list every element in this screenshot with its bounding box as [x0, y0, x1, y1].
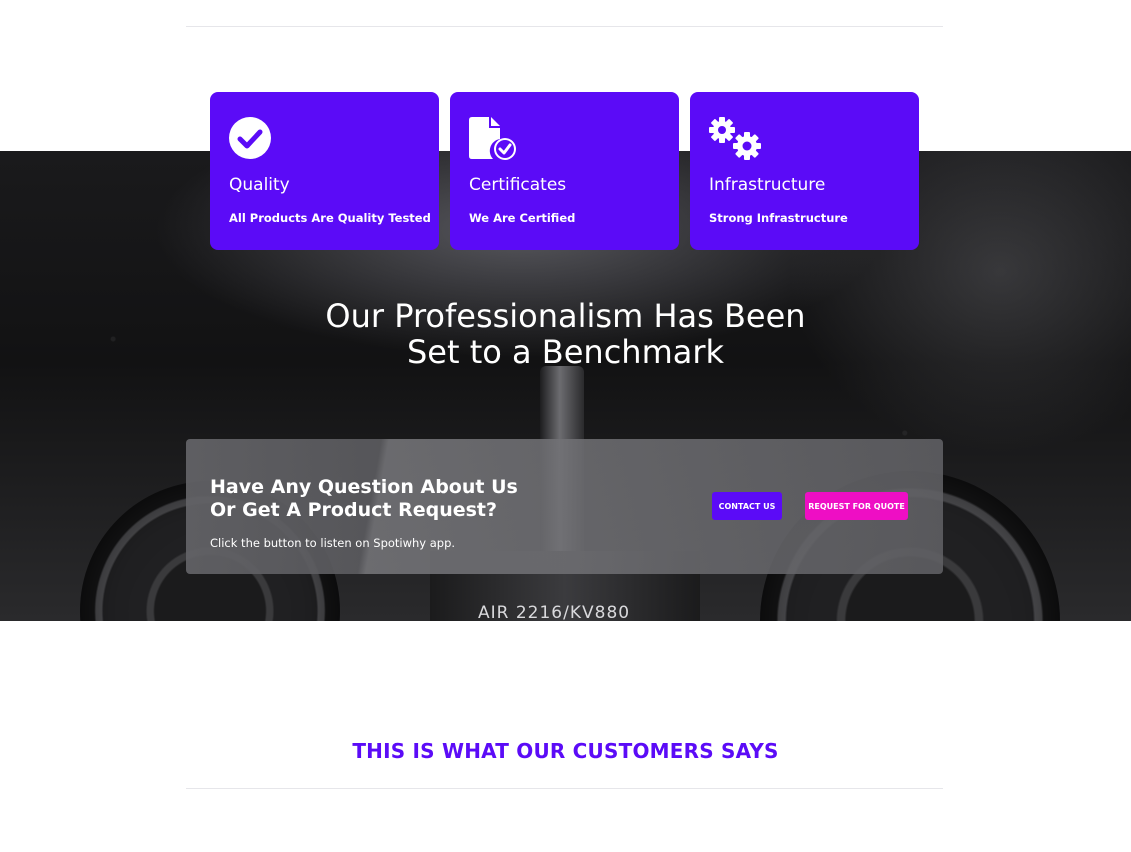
- feature-subtitle: All Products Are Quality Tested: [229, 211, 431, 225]
- certificate-document-icon: [469, 117, 516, 160]
- hero-headline-line1: Our Professionalism Has Been: [325, 297, 806, 335]
- feature-title: Infrastructure: [709, 175, 826, 195]
- gears-icon: [709, 117, 761, 160]
- testimonials-heading: THIS IS WHAT OUR CUSTOMERS SAYS: [352, 739, 779, 763]
- feature-subtitle: Strong Infrastructure: [709, 211, 848, 225]
- cta-question-line1: Have Any Question About Us: [210, 476, 518, 498]
- cta-question: Have Any Question About Us Or Get A Prod…: [210, 476, 518, 522]
- hero-headline: Our Professionalism Has Been Set to a Be…: [0, 298, 1131, 370]
- feature-card-infrastructure: Infrastructure Strong Infrastructure: [690, 92, 919, 250]
- motor-label: AIR 2216/KV880: [478, 603, 631, 621]
- feature-card-quality: Quality All Products Are Quality Tested: [210, 92, 439, 250]
- hero-headline-line2: Set to a Benchmark: [406, 333, 725, 371]
- bottom-divider: [186, 788, 943, 789]
- feature-card-certificates: Certificates We Are Certified: [450, 92, 679, 250]
- feature-subtitle: We Are Certified: [469, 211, 576, 225]
- check-circle-icon: [229, 117, 271, 159]
- cta-note: Click the button to listen on Spotiwhy a…: [210, 536, 456, 550]
- contact-us-button[interactable]: CONTACT US: [712, 492, 782, 520]
- request-quote-button[interactable]: REQUEST FOR QUOTE: [805, 492, 908, 520]
- feature-title: Quality: [229, 175, 290, 195]
- cta-question-line2: Or Get A Product Request?: [210, 499, 498, 521]
- cta-box: Have Any Question About Us Or Get A Prod…: [186, 439, 943, 574]
- top-divider: [186, 26, 943, 27]
- feature-title: Certificates: [469, 175, 567, 195]
